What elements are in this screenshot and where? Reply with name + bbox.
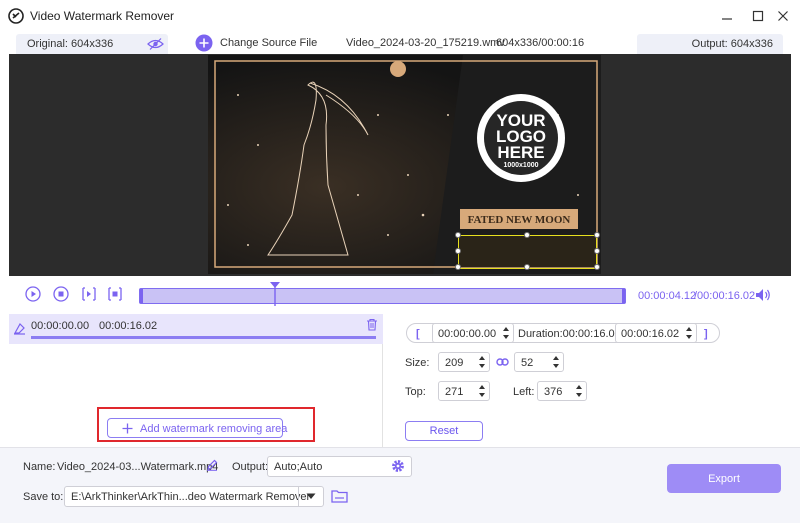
reset-button[interactable]: Reset — [405, 421, 483, 441]
area-row-selected[interactable]: 00:00:00.00 00:00:16.02 — [9, 314, 383, 344]
original-size-label: Original: 604x336 — [27, 38, 114, 50]
width-spinner-icon[interactable] — [477, 354, 487, 370]
close-button[interactable] — [772, 6, 794, 26]
total-time: /00:00:16.02 — [694, 290, 756, 302]
export-button[interactable]: Export — [667, 464, 781, 493]
top-field[interactable]: 271 — [438, 381, 490, 401]
trim-handle-start[interactable] — [140, 289, 143, 303]
timeline-track[interactable] — [139, 288, 626, 304]
source-meta: 604x336/00:00:16 — [496, 37, 585, 49]
range-end-value: 00:00:16.02 — [621, 328, 680, 340]
output-format-label: Output: — [232, 461, 269, 473]
source-toolbar: Original: 604x336 Change Source File Vid… — [0, 32, 800, 54]
original-tab: Original: 604x336 — [16, 34, 168, 54]
resize-handle-l[interactable] — [455, 248, 461, 254]
maximize-icon — [752, 10, 764, 22]
range-bracket-open[interactable]: [ — [416, 328, 420, 340]
output-size-label: Output: 604x336 — [691, 38, 773, 50]
add-watermark-area-button[interactable]: Add watermark removing area — [107, 418, 287, 438]
resize-handle-tr[interactable] — [594, 232, 600, 238]
left-value: 376 — [544, 386, 563, 398]
close-icon — [778, 11, 788, 21]
video-preview: YOUR LOGO HERE 1000x1000 FATED NEW MOON — [9, 54, 791, 276]
resize-handle-t[interactable] — [524, 232, 530, 238]
range-bracket-close[interactable]: ] — [704, 328, 708, 340]
add-source-icon[interactable] — [195, 34, 213, 52]
segment-bar — [31, 336, 376, 339]
save-path-value: E:\ArkThinker\ArkThin...deo Watermark Re… — [71, 491, 311, 503]
left-label: Left: — [513, 386, 535, 398]
segment-start: 00:00:00.00 — [31, 320, 90, 332]
stop-icon[interactable] — [53, 286, 69, 302]
resize-handle-r[interactable] — [594, 248, 600, 254]
left-field[interactable]: 376 — [537, 381, 587, 401]
size-label: Size: — [405, 357, 430, 369]
logo-line-3: HERE — [497, 143, 544, 162]
resize-handle-tl[interactable] — [455, 232, 461, 238]
source-filename: Video_2024-03-20_175219.wmv — [346, 37, 505, 49]
range-start-value: 00:00:00.00 — [438, 328, 497, 340]
delete-icon[interactable] — [366, 318, 378, 331]
banner-text: FATED NEW MOON — [468, 214, 571, 226]
range-duration: Duration:00:00:16.02 — [518, 328, 621, 340]
playhead[interactable] — [269, 282, 281, 306]
title-bar: Video Watermark Remover — [0, 0, 800, 32]
range-start-spinner-icon[interactable] — [501, 325, 511, 341]
video-frame[interactable]: YOUR LOGO HERE 1000x1000 FATED NEW MOON — [208, 55, 601, 274]
save-path-divider — [298, 487, 299, 506]
minimize-icon — [722, 18, 732, 20]
add-watermark-area-label: Add watermark removing area — [140, 423, 288, 435]
app-logo-icon — [8, 8, 24, 24]
current-time: 00:00:04.12 — [638, 290, 697, 302]
output-format-value: Auto;Auto — [274, 461, 323, 473]
save-to-label: Save to: — [23, 491, 64, 503]
width-value: 209 — [445, 357, 464, 369]
fit-frame-icon[interactable] — [107, 286, 123, 302]
name-label: Name: — [23, 461, 56, 473]
eraser-icon — [13, 323, 25, 335]
resize-handle-b[interactable] — [524, 264, 530, 270]
height-value: 52 — [521, 357, 534, 369]
resize-handle-bl[interactable] — [455, 264, 461, 270]
resize-handle-br[interactable] — [594, 264, 600, 270]
link-icon[interactable] — [496, 356, 509, 368]
output-filename: Video_2024-03...Watermark.mp4 — [57, 461, 219, 473]
logo-size: 1000x1000 — [503, 162, 538, 169]
edit-pencil-icon[interactable] — [206, 459, 218, 471]
volume-icon[interactable] — [755, 288, 771, 302]
eye-icon[interactable] — [147, 37, 164, 51]
playhead-marker-icon — [270, 282, 281, 306]
left-spinner-icon[interactable] — [574, 383, 584, 399]
play-icon[interactable] — [25, 286, 41, 302]
output-tab: Output: 604x336 — [637, 34, 783, 54]
next-frame-icon[interactable] — [81, 286, 97, 302]
minimize-button[interactable] — [716, 6, 738, 26]
folder-icon[interactable] — [331, 489, 348, 503]
height-spinner-icon[interactable] — [551, 354, 561, 370]
app-title: Video Watermark Remover — [30, 9, 175, 23]
trim-handle-end[interactable] — [622, 289, 625, 303]
height-field[interactable]: 52 — [514, 352, 564, 372]
plus-icon — [122, 423, 133, 434]
settings-gear-icon[interactable] — [391, 459, 405, 473]
chevron-down-icon[interactable] — [306, 493, 316, 500]
top-spinner-icon[interactable] — [477, 383, 487, 399]
range-end-field[interactable]: 00:00:16.02 — [615, 323, 697, 343]
width-field[interactable]: 209 — [438, 352, 490, 372]
top-value: 271 — [445, 386, 464, 398]
change-source-button[interactable]: Change Source File — [220, 37, 317, 49]
top-label: Top: — [405, 386, 426, 398]
range-end-spinner-icon[interactable] — [684, 325, 694, 341]
save-path-field[interactable]: E:\ArkThinker\ArkThin...deo Watermark Re… — [64, 486, 324, 507]
segment-end: 00:00:16.02 — [99, 320, 158, 332]
range-start-field[interactable]: 00:00:00.00 — [432, 323, 514, 343]
maximize-button[interactable] — [747, 6, 769, 26]
